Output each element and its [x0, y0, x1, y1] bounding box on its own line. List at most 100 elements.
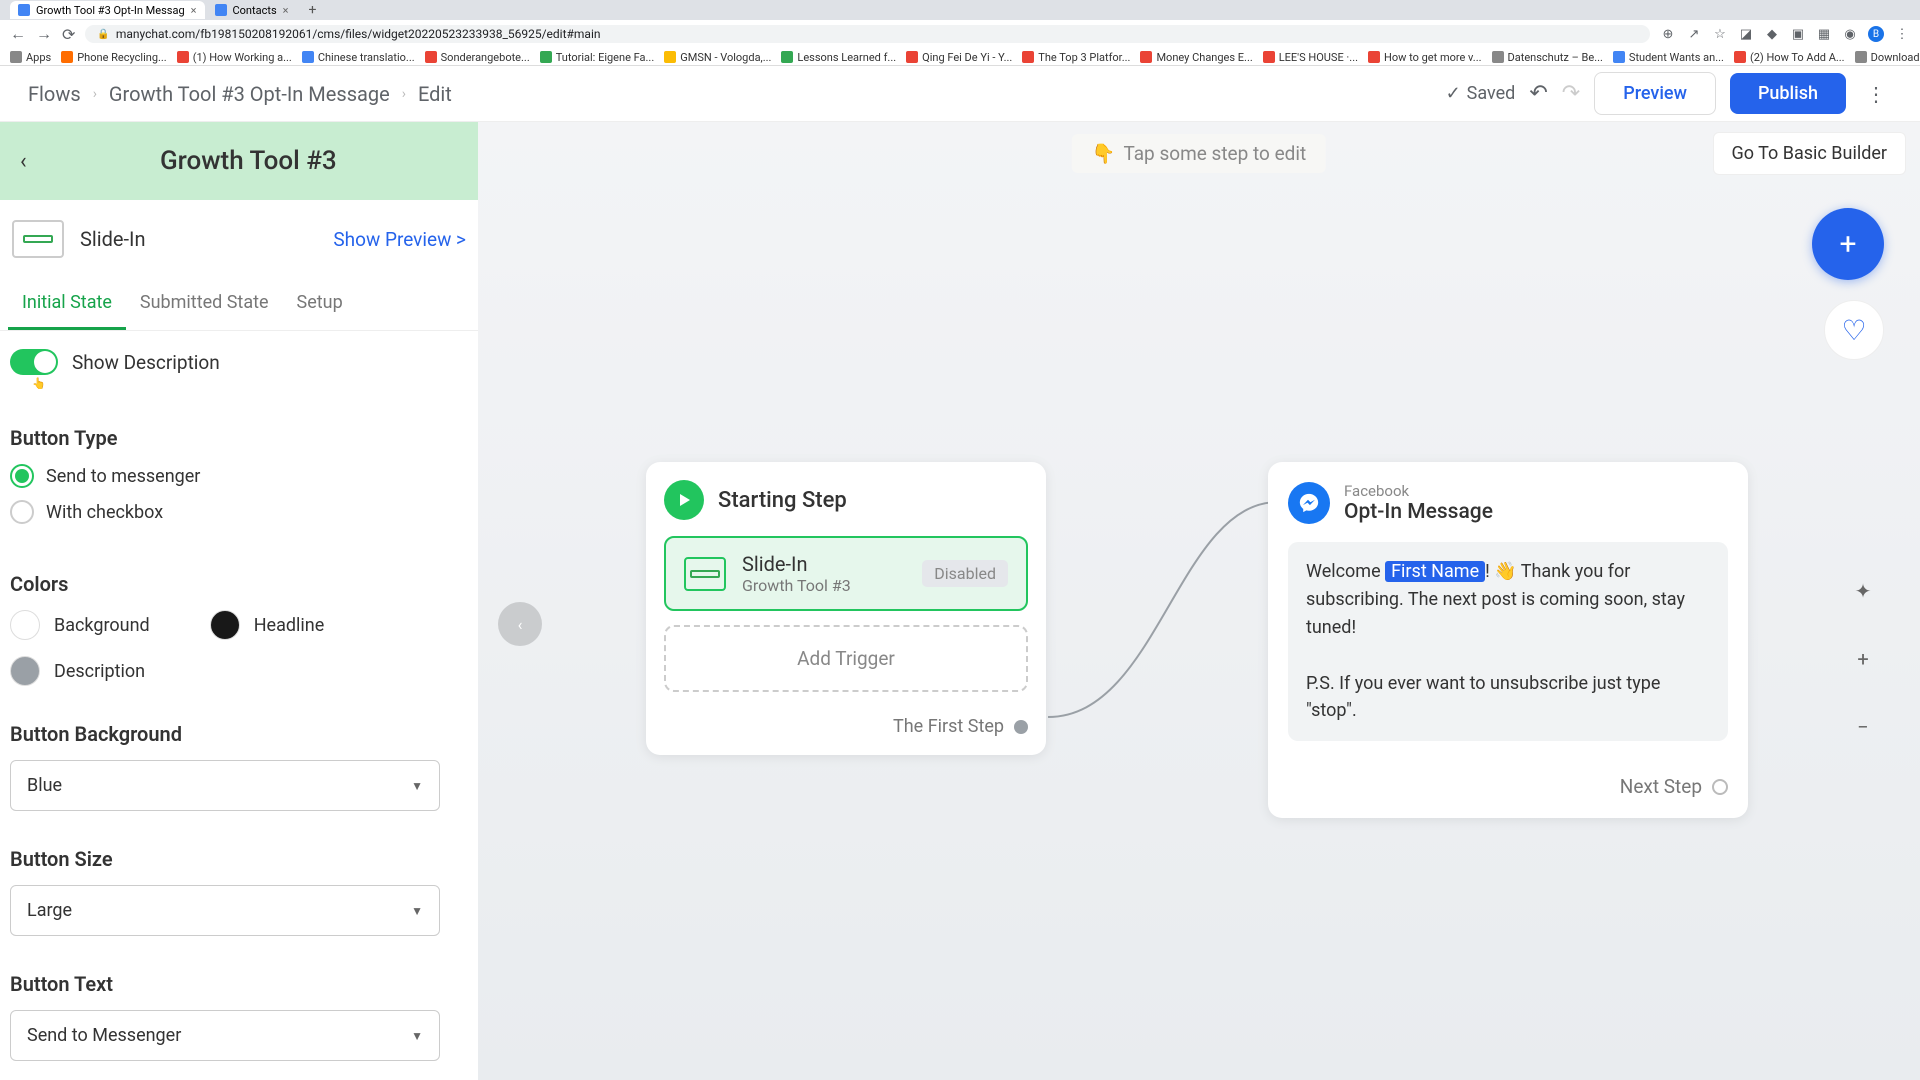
channel-label: Facebook [1344, 482, 1493, 500]
colors-heading: Colors [10, 572, 468, 596]
omnibox-icons: ⊕ ↗ ☆ ◪ ◆ ▣ ▦ ◉ B ⋮ [1660, 26, 1910, 42]
bookmark-item[interactable]: GMSN - Vologda,... [664, 51, 771, 64]
panel-title: Growth Tool #3 [39, 146, 458, 176]
go-to-basic-builder-button[interactable]: Go To Basic Builder [1713, 132, 1907, 175]
toggle-label: Show Description [72, 351, 220, 374]
canvas-hint: 👇 Tap some step to edit [1072, 134, 1326, 173]
widget-label: Slide-In [80, 227, 146, 251]
trigger-subtitle: Growth Tool #3 [742, 576, 906, 595]
breadcrumb-flows[interactable]: Flows [28, 82, 81, 106]
button-type-heading: Button Type [10, 426, 468, 450]
radio-label: Send to messenger [46, 466, 200, 487]
favorite-button[interactable]: ♡ [1824, 300, 1884, 360]
saved-status: ✓ Saved [1446, 83, 1516, 104]
zoom-out-button[interactable]: − [1844, 708, 1882, 746]
button-background-select[interactable]: Blue ▼ [10, 760, 440, 811]
publish-button[interactable]: Publish [1730, 73, 1846, 114]
forward-button[interactable]: → [36, 24, 52, 44]
button-background-heading: Button Background [10, 722, 468, 746]
share-icon[interactable]: ↗ [1686, 26, 1702, 42]
browser-tab[interactable]: Contacts × [207, 1, 297, 19]
extension-icon[interactable]: ◪ [1738, 26, 1754, 42]
slide-in-icon [684, 557, 726, 591]
chevron-right-icon: › [93, 86, 97, 102]
bookmark-item[interactable]: Qing Fei De Yi - Y... [906, 51, 1012, 64]
extension-icon[interactable]: ◆ [1764, 26, 1780, 42]
bookmark-item[interactable]: Money Changes E... [1140, 51, 1252, 64]
preview-button[interactable]: Preview [1594, 72, 1716, 115]
button-text-select[interactable]: Send to Messenger ▼ [10, 1010, 440, 1061]
next-step-connector[interactable]: Next Step [1288, 775, 1728, 798]
breadcrumb: Flows › Growth Tool #3 Opt-In Message › … [28, 82, 452, 106]
radio-label: With checkbox [46, 502, 163, 523]
messenger-icon [1288, 482, 1330, 524]
close-icon[interactable]: × [283, 4, 289, 17]
bookmark-item[interactable]: Chinese translatio... [302, 51, 415, 64]
extension-icon[interactable]: ◉ [1842, 26, 1858, 42]
bookmark-item[interactable]: (2) How To Add A... [1734, 51, 1845, 64]
add-trigger-button[interactable]: Add Trigger [664, 625, 1028, 692]
headline-color-swatch[interactable] [210, 610, 240, 640]
background-color-swatch[interactable] [10, 610, 40, 640]
radio-with-checkbox[interactable] [10, 500, 34, 524]
menu-icon[interactable]: ⋮ [1894, 26, 1910, 42]
show-preview-link[interactable]: Show Preview > [333, 228, 466, 251]
bookmark-item[interactable]: Student Wants an... [1613, 51, 1724, 64]
close-icon[interactable]: × [191, 4, 197, 17]
back-button[interactable]: ← [10, 24, 26, 44]
button-size-heading: Button Size [10, 847, 468, 871]
url-bar[interactable]: 🔒 manychat.com/fb198150208192061/cms/fil… [85, 25, 1650, 43]
panel-header: ‹ Growth Tool #3 [0, 122, 478, 200]
zoom-icon[interactable]: ⊕ [1660, 26, 1676, 42]
breadcrumb-flow-name[interactable]: Growth Tool #3 Opt-In Message [109, 82, 390, 106]
more-menu-button[interactable]: ⋮ [1860, 76, 1892, 112]
bookmark-item[interactable]: Download - Cooki... [1855, 51, 1920, 64]
add-step-button[interactable]: + [1812, 208, 1884, 280]
radio-send-messenger[interactable] [10, 464, 34, 488]
magic-tool-button[interactable]: ✦ [1844, 572, 1882, 610]
tab-title: Growth Tool #3 Opt-In Messag [36, 4, 185, 17]
bookmark-item[interactable]: LEE'S HOUSE ·... [1263, 51, 1358, 64]
widget-row: Slide-In Show Preview > [0, 200, 478, 278]
collapse-arrow-button[interactable]: ‹ [498, 602, 542, 646]
starting-step-node[interactable]: Starting Step Slide-In Growth Tool #3 Di… [646, 462, 1046, 755]
first-step-connector[interactable]: The First Step [664, 716, 1028, 737]
tab-submitted-state[interactable]: Submitted State [126, 278, 283, 330]
color-label: Headline [254, 615, 325, 636]
output-port[interactable] [1014, 720, 1028, 734]
output-port[interactable] [1712, 779, 1728, 795]
extension-icon[interactable]: ▦ [1816, 26, 1832, 42]
browser-tab-active[interactable]: Growth Tool #3 Opt-In Messag × [10, 1, 205, 19]
bookmark-item[interactable]: Lessons Learned f... [781, 51, 896, 64]
bookmark-item[interactable]: The Top 3 Platfor... [1022, 51, 1130, 64]
description-color-swatch[interactable] [10, 656, 40, 686]
trigger-box[interactable]: Slide-In Growth Tool #3 Disabled [664, 536, 1028, 611]
apps-button[interactable]: Apps [10, 51, 51, 64]
lock-icon: 🔒 [97, 29, 109, 40]
button-size-select[interactable]: Large ▼ [10, 885, 440, 936]
bookmark-item[interactable]: Datenschutz – Be... [1492, 51, 1603, 64]
message-bubble[interactable]: Welcome First Name! 👋 Thank you for subs… [1288, 542, 1728, 741]
node-title: Starting Step [718, 488, 847, 513]
new-tab-button[interactable]: + [299, 2, 327, 18]
back-button[interactable]: ‹ [20, 149, 27, 174]
optin-message-node[interactable]: Facebook Opt-In Message Welcome First Na… [1268, 462, 1748, 818]
profile-avatar[interactable]: B [1868, 26, 1884, 42]
reload-button[interactable]: ⟳ [62, 25, 75, 44]
tab-initial-state[interactable]: Initial State [8, 278, 126, 330]
bookmark-item[interactable]: How to get more v... [1368, 51, 1482, 64]
bookmark-item[interactable]: Tutorial: Eigene Fa... [540, 51, 655, 64]
undo-button[interactable]: ↶ [1529, 81, 1547, 106]
disabled-badge: Disabled [922, 560, 1008, 587]
tab-setup[interactable]: Setup [283, 278, 357, 330]
bookmark-item[interactable]: (1) How Working a... [177, 51, 292, 64]
bookmark-item[interactable]: Sonderangebote... [425, 51, 530, 64]
star-icon[interactable]: ☆ [1712, 26, 1728, 42]
bookmark-item[interactable]: Phone Recycling... [61, 51, 166, 64]
extension-icon[interactable]: ▣ [1790, 26, 1806, 42]
redo-button[interactable]: ↷ [1562, 81, 1580, 106]
node-title: Opt-In Message [1344, 500, 1493, 524]
flow-canvas[interactable]: 👇 Tap some step to edit Go To Basic Buil… [478, 122, 1920, 1080]
show-description-toggle[interactable] [10, 349, 58, 375]
zoom-in-button[interactable]: + [1844, 640, 1882, 678]
